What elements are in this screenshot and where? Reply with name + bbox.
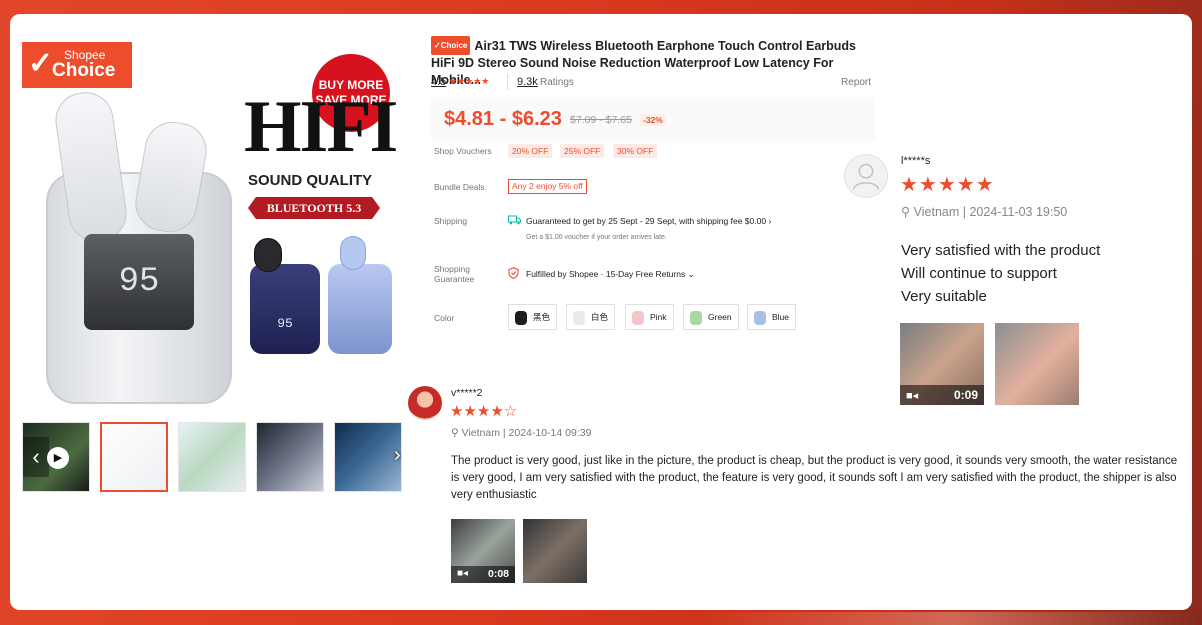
ratings-count[interactable]: 9.3k — [517, 76, 538, 88]
divider — [507, 74, 508, 90]
color-swatch — [632, 311, 644, 325]
video-bar: ■◂ 0:09 — [900, 385, 984, 405]
hifi-heading: HIFI — [244, 86, 398, 168]
star-rating-icon: ★★★★★ — [900, 174, 995, 196]
original-price: $7.09 - $7.65 — [570, 114, 632, 126]
review-text: Very satisfied with the product Will con… — [901, 242, 1101, 305]
rating-row: 4.5 ★★★★★ 9.3k Ratings Report — [431, 74, 875, 92]
voucher-chip[interactable]: 25% OFF — [560, 144, 605, 158]
color-option-pink[interactable]: Pink — [625, 304, 674, 330]
location-pin-icon: ⚲ — [901, 205, 911, 219]
chevron-right-icon: › — [768, 216, 772, 226]
color-swatch — [573, 311, 585, 325]
star-rating-icon: ★★★★★ — [449, 76, 490, 86]
review-photo[interactable] — [995, 323, 1079, 405]
video-duration: 0:09 — [953, 388, 978, 402]
review-meta: ⚲ Vietnam | 2024-11-03 19:50 — [901, 205, 1068, 219]
shield-icon — [508, 267, 519, 279]
star-rating-icon: ★★★★☆ — [450, 403, 518, 420]
bundle-deals-label: Bundle Deals — [434, 182, 485, 192]
price-box: $4.81 - $6.23 $7.09 - $7.65 -32% — [431, 97, 875, 141]
voucher-chip[interactable]: 20% OFF — [508, 144, 553, 158]
color-swatch — [515, 311, 527, 325]
review-video[interactable]: ■◂ 0:08 — [451, 519, 515, 583]
black-earbud-illustration — [254, 238, 282, 272]
choice-tag: ✓Choice — [431, 36, 471, 55]
shopee-choice-badge: ✓ Shopee Choice — [22, 42, 132, 88]
price: $4.81 - $6.23 — [444, 108, 562, 130]
chevron-down-icon: ⌄ — [687, 269, 695, 279]
thumbnail-video[interactable]: ‹ ▶ — [22, 422, 90, 492]
video-camera-icon: ■◂ — [906, 390, 919, 402]
user-icon — [852, 163, 880, 190]
shipping-voucher-note: Get a $1.00 voucher if your order arrive… — [526, 234, 667, 241]
shipping-info[interactable]: Guaranteed to get by 25 Sept - 29 Sept, … — [526, 216, 771, 226]
background-flare — [700, 612, 1202, 625]
color-swatch — [690, 311, 702, 325]
rating-value[interactable]: 4.5 — [431, 76, 446, 88]
shipping-label: Shipping — [434, 216, 468, 226]
review-text: The product is very good, just like in t… — [451, 455, 1178, 501]
thumbnail-image[interactable] — [100, 422, 168, 492]
color-option-white[interactable]: 白色 — [566, 304, 616, 330]
thumbnail-image[interactable] — [256, 422, 324, 492]
thumbnail-image[interactable] — [178, 422, 246, 492]
video-duration: 0:08 — [487, 568, 509, 580]
color-swatch — [754, 311, 766, 325]
ratings-label: Ratings — [540, 77, 574, 88]
thumbnail-strip: ‹ ▶ › — [22, 422, 402, 494]
color-label: Color — [434, 313, 455, 323]
video-camera-icon: ■◂ — [457, 568, 469, 579]
video-bar: ■◂ 0:08 — [451, 566, 515, 583]
blue-case-illustration — [328, 264, 392, 354]
discount-badge: -32% — [640, 114, 666, 126]
play-icon[interactable]: ▶ — [47, 447, 69, 469]
chevron-right-icon[interactable]: › — [394, 444, 401, 467]
report-link[interactable]: Report — [841, 77, 871, 88]
shopping-guarantee-label: Shopping Guarantee — [434, 264, 475, 284]
color-option-green[interactable]: Green — [683, 304, 739, 330]
guarantee-info[interactable]: Fulfilled by Shopee · 15-Day Free Return… — [526, 269, 695, 280]
product-page-card: 95 95 ✓ Shopee Choice BUY MORE SAVE MORE… — [10, 14, 1192, 610]
reviewer-name: v*****2 — [451, 387, 483, 399]
review-photo[interactable] — [523, 519, 587, 583]
review-video[interactable]: ■◂ 0:09 — [900, 323, 984, 405]
reviewer-name: l*****s — [901, 155, 931, 167]
review-meta: ⚲ Vietnam | 2024-10-14 09:39 — [451, 427, 592, 439]
voucher-chip[interactable]: 30% OFF — [613, 144, 658, 158]
chevron-left-icon[interactable]: ‹ — [23, 437, 49, 477]
black-case-illustration: 95 — [250, 264, 320, 354]
avatar — [408, 386, 442, 420]
location-pin-icon: ⚲ — [451, 427, 459, 439]
bluetooth-ribbon: BLUETOOTH 5.3 — [248, 197, 380, 219]
sound-quality-text: SOUND QUALITY — [248, 172, 373, 189]
shop-vouchers-label: Shop Vouchers — [434, 146, 492, 156]
thumbnail-image[interactable] — [334, 422, 402, 492]
case-display: 95 — [84, 234, 194, 330]
truck-icon — [508, 215, 521, 225]
avatar — [844, 154, 888, 198]
main-product-image[interactable]: 95 95 ✓ Shopee Choice BUY MORE SAVE MORE… — [22, 42, 402, 414]
color-option-black[interactable]: 黑色 — [508, 304, 558, 330]
blue-earbud-illustration — [340, 236, 366, 270]
bundle-deal-chip[interactable]: Any 2 enjoy 5% off — [508, 179, 587, 194]
color-option-blue[interactable]: Blue — [747, 304, 797, 330]
